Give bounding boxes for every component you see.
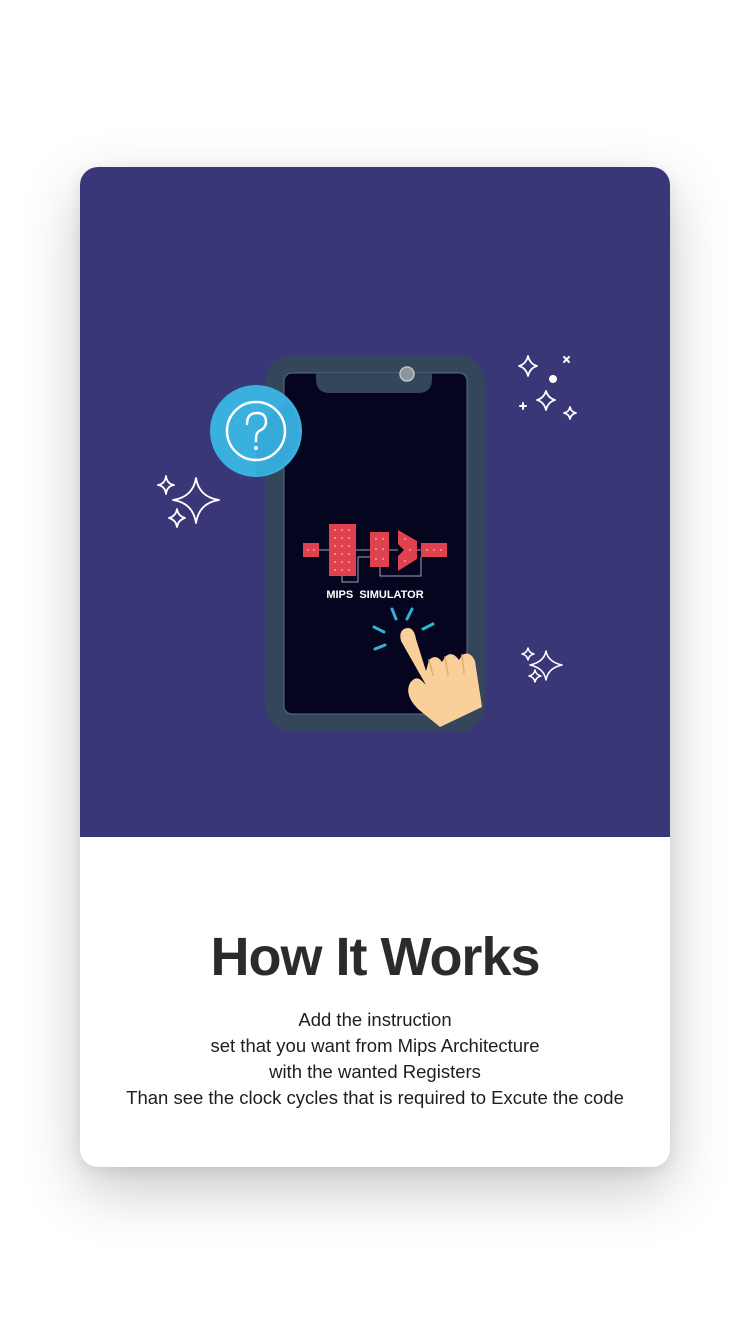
hero-illustration: MIPS SIMULATOR xyxy=(80,167,670,837)
onboarding-screen: MIPS SIMULATOR How It Works Add the inst… xyxy=(0,0,750,1334)
page-title: How It Works xyxy=(210,927,540,987)
description-line: with the wanted Registers xyxy=(269,1061,481,1082)
phone-screen-label: MIPS SIMULATOR xyxy=(326,589,423,601)
question-mark-icon xyxy=(210,385,302,477)
camera-icon xyxy=(399,366,415,382)
description-line: Than see the clock cycles that is requir… xyxy=(126,1087,624,1108)
description: Add the instruction set that you want fr… xyxy=(80,1007,670,1111)
description-line: set that you want from Mips Architecture xyxy=(210,1035,540,1056)
onboarding-card: MIPS SIMULATOR How It Works Add the inst… xyxy=(80,167,670,1167)
phone-notch xyxy=(316,373,432,393)
description-line: Add the instruction xyxy=(298,1009,452,1030)
sparkle-icon xyxy=(549,375,557,383)
onboarding-content: How It Works Add the instruction set tha… xyxy=(80,837,670,1167)
